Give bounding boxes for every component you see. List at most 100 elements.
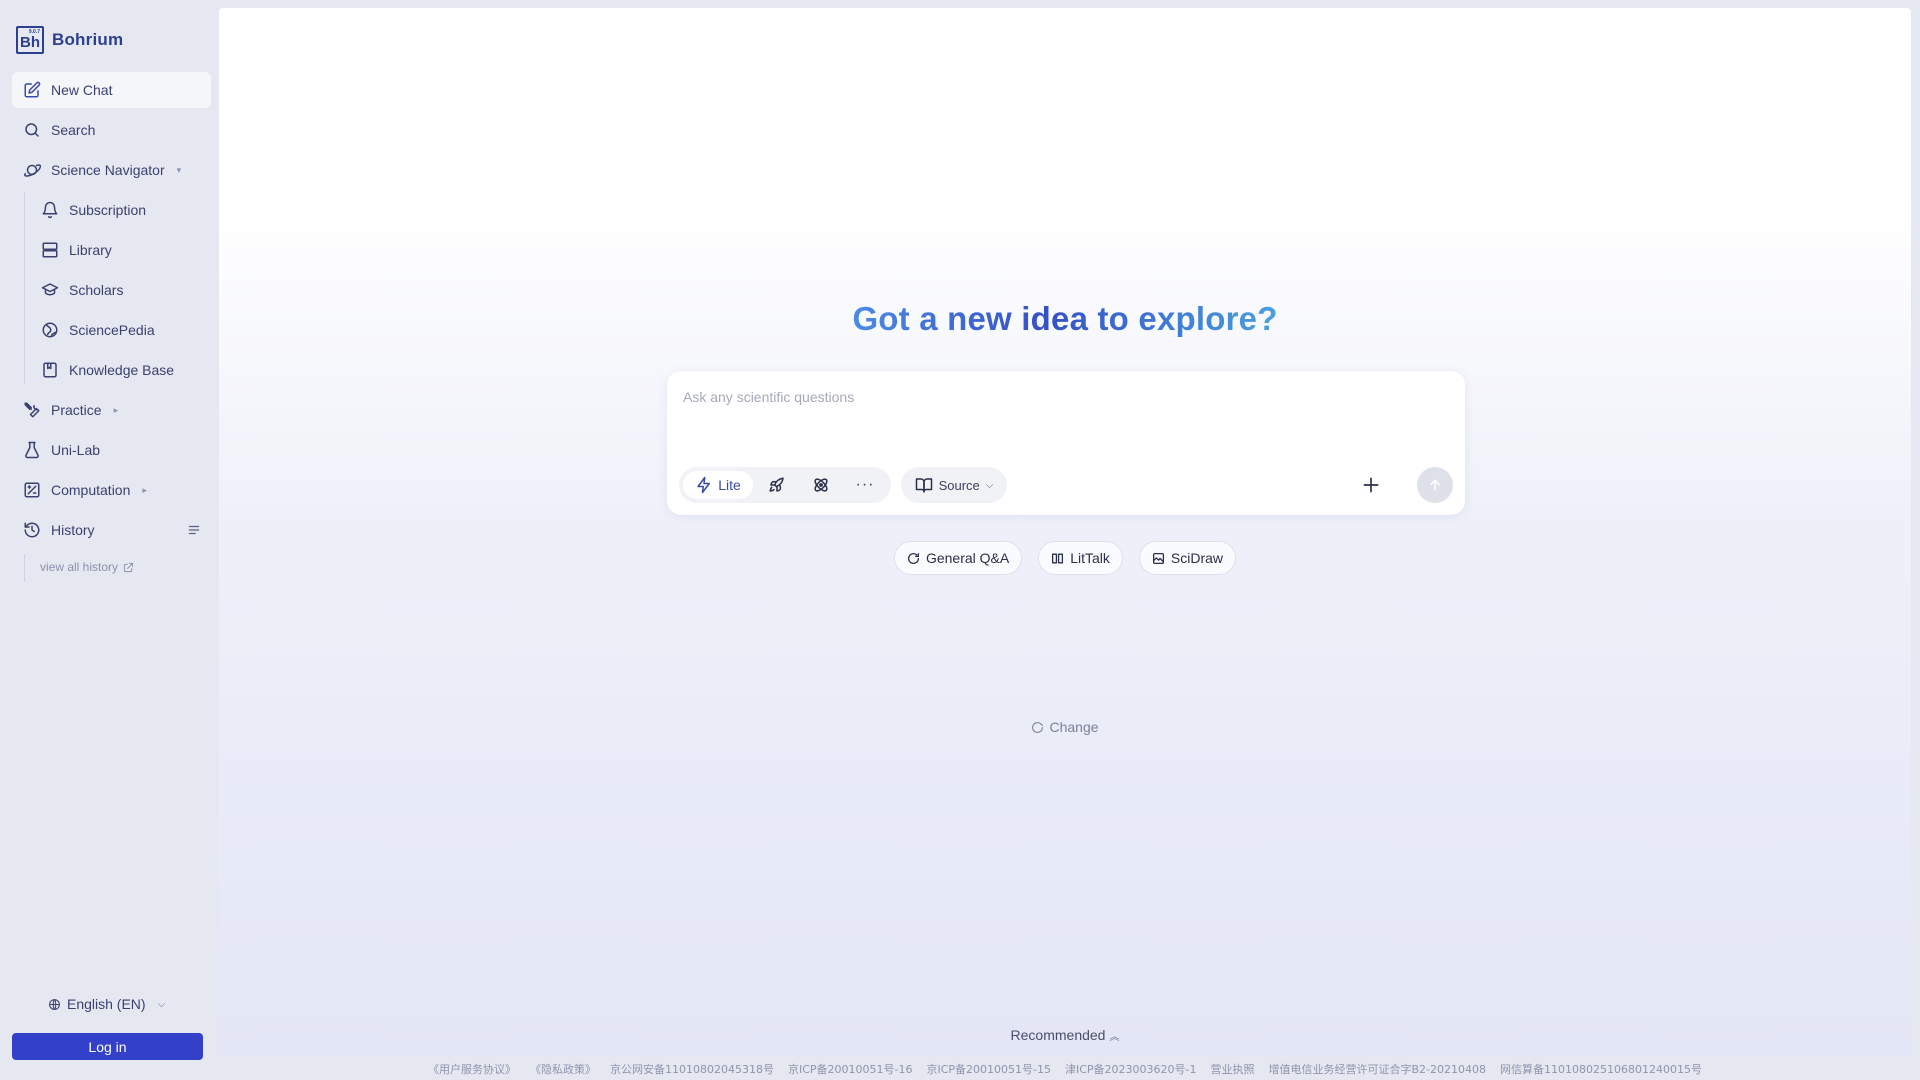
footer-icp-record-tianjin[interactable]: 津ICP备2023003620号-1 bbox=[1065, 1061, 1197, 1077]
sidebar-item-new-chat[interactable]: New Chat bbox=[12, 72, 211, 108]
sidebar-item-label: Library bbox=[69, 242, 112, 258]
sidebar-item-label: Computation bbox=[51, 482, 131, 498]
chip-littalk[interactable]: LitTalk bbox=[1038, 541, 1123, 575]
sidebar-item-scholars[interactable]: Scholars bbox=[30, 272, 211, 308]
sidebar-item-science-navigator[interactable]: Science Navigator ▾ bbox=[12, 152, 211, 188]
library-icon bbox=[42, 242, 58, 258]
sidebar-item-practice[interactable]: Practice ▸ bbox=[12, 392, 211, 428]
chevron-right-icon[interactable]: ▸ bbox=[114, 405, 119, 416]
sidebar-item-label: Knowledge Base bbox=[69, 362, 175, 378]
login-button[interactable]: Log in bbox=[12, 1033, 203, 1060]
edit-icon bbox=[24, 81, 41, 98]
chevron-down-icon[interactable]: ▾ bbox=[177, 165, 182, 176]
footer-icp-record-16[interactable]: 京ICP备20010051号-16 bbox=[788, 1061, 913, 1077]
change-button[interactable]: Change bbox=[219, 719, 1911, 735]
source-label: Source bbox=[938, 477, 980, 493]
footer-icp-record-15[interactable]: 京ICP备20010051号-15 bbox=[926, 1061, 1051, 1077]
sidebar-item-library[interactable]: Library bbox=[30, 232, 211, 268]
list-icon[interactable] bbox=[187, 523, 201, 537]
chip-general-qa[interactable]: General Q&A bbox=[893, 541, 1023, 575]
flask-icon bbox=[25, 441, 39, 459]
book-icon bbox=[43, 362, 57, 378]
footer-public-security-record[interactable]: 京公网安备11010802045318号 bbox=[610, 1061, 774, 1077]
rocket-icon bbox=[769, 477, 784, 492]
refresh-chat-icon bbox=[907, 552, 919, 564]
headline-text: Got a new idea to explore? bbox=[852, 300, 1278, 337]
chip-scidraw[interactable]: SciDraw bbox=[1138, 541, 1237, 575]
image-edit-icon bbox=[1152, 552, 1164, 564]
sidebar-item-sciencepedia[interactable]: SciencePedia bbox=[30, 312, 211, 348]
plus-icon bbox=[1363, 477, 1379, 493]
external-link-icon bbox=[123, 562, 134, 572]
globe-icon bbox=[42, 322, 58, 338]
paper-icon bbox=[1052, 553, 1064, 563]
logo-mark: 9.0.7 Bh bbox=[16, 26, 44, 54]
attach-button[interactable] bbox=[1359, 473, 1383, 497]
send-button[interactable] bbox=[1417, 467, 1453, 503]
brand-name: Bohrium bbox=[52, 30, 124, 49]
brand-logo[interactable]: 9.0.7 Bh Bohrium bbox=[16, 26, 123, 54]
sidebar-item-label: History bbox=[51, 522, 95, 538]
chevron-down-icon: ⌵ bbox=[157, 998, 166, 1010]
arrow-up-icon bbox=[1430, 479, 1440, 491]
chevron-up-icon: ︽ bbox=[1109, 1031, 1120, 1043]
sidebar-item-label: Practice bbox=[51, 402, 102, 418]
tools-icon bbox=[24, 402, 40, 418]
chip-label: General Q&A bbox=[925, 550, 1010, 566]
mode-rocket-button[interactable] bbox=[757, 471, 797, 499]
recommended-toggle[interactable]: Recommended ︽ bbox=[219, 1027, 1911, 1043]
graduation-cap-icon bbox=[41, 283, 59, 296]
chevron-down-icon: ⌵ bbox=[985, 479, 994, 491]
footer-link-privacy-policy[interactable]: 《隐私政策》 bbox=[530, 1061, 596, 1077]
sidebar-item-label: Scholars bbox=[69, 282, 124, 298]
view-all-history-label: view all history bbox=[40, 560, 119, 574]
view-all-history-link[interactable]: view all history bbox=[22, 552, 211, 582]
chevron-right-icon[interactable]: ▸ bbox=[142, 485, 147, 496]
language-selector[interactable]: English (EN) ⌵ bbox=[48, 996, 165, 1012]
refresh-icon bbox=[1032, 721, 1044, 733]
science-navigator-submenu: Subscription Library Scholars SciencePed… bbox=[22, 192, 211, 388]
lightning-icon bbox=[697, 476, 711, 494]
search-icon bbox=[25, 123, 39, 137]
sidebar-item-computation[interactable]: Computation ▸ bbox=[12, 472, 211, 508]
bell-icon bbox=[42, 201, 58, 219]
history-label-group: History bbox=[23, 521, 95, 539]
sidebar-item-label: SciencePedia bbox=[69, 322, 155, 338]
main-panel: Got a new idea to explore? Lite ··· Sour… bbox=[219, 8, 1911, 1056]
sidebar-item-label: Subscription bbox=[69, 202, 147, 218]
more-options-button[interactable]: ··· bbox=[845, 471, 885, 499]
footer-algorithm-record[interactable]: 网信算备110108025106801240015号 bbox=[1500, 1061, 1702, 1077]
footer-link-user-agreement[interactable]: 《用户服务协议》 bbox=[428, 1061, 516, 1077]
chip-label: LitTalk bbox=[1070, 550, 1110, 566]
recommended-label: Recommended bbox=[1010, 1027, 1106, 1043]
page-title: Got a new idea to explore? bbox=[219, 300, 1911, 338]
mode-atom-button[interactable] bbox=[801, 471, 841, 499]
open-book-icon bbox=[915, 478, 932, 493]
change-label: Change bbox=[1049, 719, 1099, 735]
mode-selector: Lite ··· bbox=[679, 467, 891, 503]
question-input[interactable] bbox=[683, 389, 1443, 405]
footer-business-license[interactable]: 营业执照 bbox=[1211, 1061, 1255, 1077]
sidebar-item-label: Science Navigator bbox=[51, 162, 165, 178]
sidebar-item-search[interactable]: Search bbox=[12, 112, 211, 148]
chip-label: SciDraw bbox=[1170, 550, 1224, 566]
chat-composer: Lite ··· Source ⌵ bbox=[667, 371, 1465, 515]
sidebar: 9.0.7 Bh Bohrium New Chat Search Science… bbox=[0, 0, 218, 1080]
footer-links: 《用户服务协议》 《隐私政策》 京公网安备11010802045318号 京IC… bbox=[219, 1061, 1911, 1077]
atom-icon bbox=[814, 478, 828, 492]
sidebar-item-subscription[interactable]: Subscription bbox=[30, 192, 211, 228]
globe-icon bbox=[49, 998, 60, 1010]
source-dropdown[interactable]: Source ⌵ bbox=[901, 467, 1007, 503]
sidebar-item-uni-lab[interactable]: Uni-Lab bbox=[12, 432, 211, 468]
sidebar-item-knowledge-base[interactable]: Knowledge Base bbox=[30, 352, 211, 388]
sidebar-item-label: New Chat bbox=[51, 82, 113, 98]
logo-version: 9.0.7 bbox=[28, 29, 40, 35]
calculator-icon bbox=[24, 482, 40, 498]
planet-icon bbox=[24, 164, 41, 177]
footer-telecom-license[interactable]: 增值电信业务经营许可证合字B2-20210408 bbox=[1269, 1061, 1487, 1077]
mode-lite-button[interactable]: Lite bbox=[683, 471, 753, 499]
history-icon bbox=[24, 522, 40, 538]
sidebar-item-label: Uni-Lab bbox=[51, 442, 101, 458]
sidebar-item-history[interactable]: History bbox=[12, 512, 211, 548]
language-label: English (EN) bbox=[67, 996, 146, 1012]
